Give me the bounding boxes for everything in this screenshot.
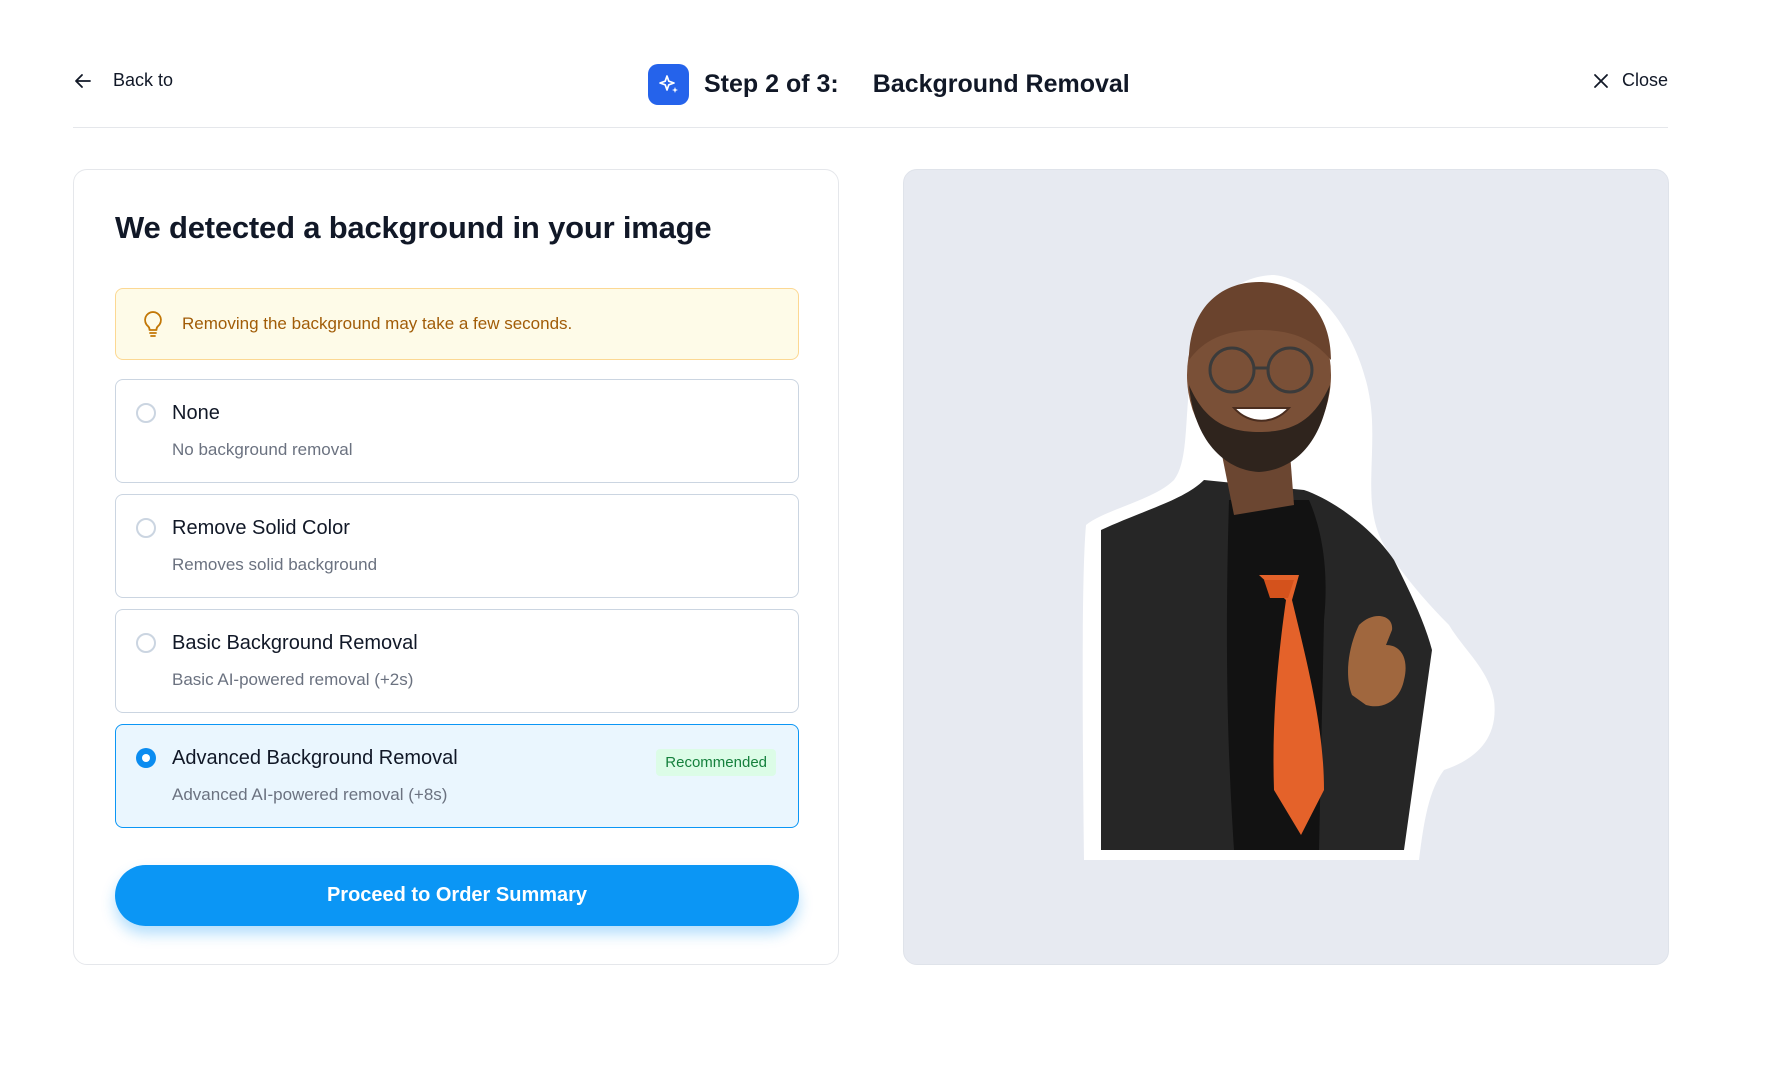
option-name: None [172,402,220,424]
step-label: Step 2 of 3: [704,70,839,98]
radio-basic-background-removal[interactable] [136,633,156,653]
option-description: Basic AI-powered removal (+2s) [172,670,414,689]
option-name: Basic Background Removal [172,632,418,654]
image-preview [903,169,1669,965]
option-description: Removes solid background [172,555,378,574]
sparkle-icon [648,64,689,105]
option-basic-background-removal[interactable]: Basic Background Removal Basic AI-powere… [115,609,799,713]
proceed-button[interactable]: Proceed to Order Summary [115,865,799,926]
option-name: Advanced Background Removal [172,747,458,769]
info-banner: Removing the background may take a few s… [115,288,799,360]
options-panel: We detected a background in your image R… [73,169,839,965]
radio-remove-solid-color[interactable] [136,518,156,538]
back-button[interactable]: Back to [73,70,173,91]
page-title: Background Removal [872,70,1130,98]
option-description: Advanced AI-powered removal (+8s) [172,785,448,804]
top-bar: Back to Step 2 of 3: Background Removal … [73,56,1668,128]
header-divider [73,127,1668,128]
step-indicator: Step 2 of 3: Background Removal [648,64,1130,105]
arrow-left-icon [75,73,91,88]
option-name: Remove Solid Color [172,517,350,539]
back-label: Back to [113,70,174,90]
close-label: Close [1621,70,1668,90]
radio-advanced-background-removal[interactable] [136,748,156,768]
panel-heading: We detected a background in your image [115,210,712,245]
option-description: No background removal [172,440,353,459]
radio-none[interactable] [136,403,156,423]
info-text: Removing the background may take a few s… [182,314,573,333]
close-button[interactable]: Close [1592,70,1668,91]
option-none[interactable]: None No background removal [115,379,799,483]
recommended-badge: Recommended [656,749,776,776]
close-icon [1594,73,1608,88]
person-sticker-image [1082,275,1495,860]
option-remove-solid-color[interactable]: Remove Solid Color Removes solid backgro… [115,494,799,598]
lightbulb-icon [144,311,162,337]
option-advanced-background-removal[interactable]: Advanced Background Removal Recommended … [115,724,799,828]
